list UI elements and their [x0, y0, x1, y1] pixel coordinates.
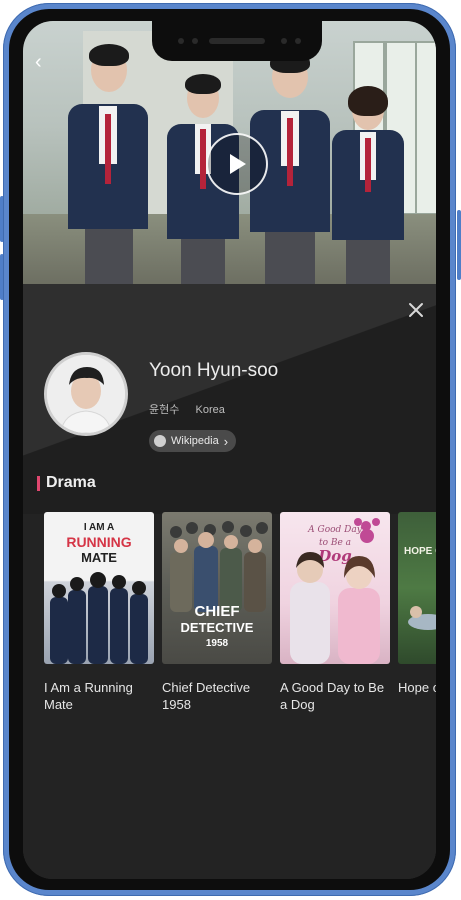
globe-icon: [154, 435, 166, 447]
speaker-grille: [209, 38, 265, 44]
drama-poster: I AM A RUNNING MATE: [44, 512, 154, 664]
actor-portrait: [47, 355, 125, 433]
camera-dot: [178, 38, 184, 44]
poster-art: [290, 518, 380, 664]
close-button[interactable]: [404, 298, 428, 322]
section-title: Drama: [46, 474, 96, 491]
phone-bezel: ‹ Yoon Hyun-soo 윤현수 Korea Wikipedia › Dr…: [9, 9, 450, 890]
hallway-window: [415, 41, 436, 215]
drama-poster: HOPE O: [398, 512, 436, 664]
wikipedia-label: Wikipedia: [171, 435, 219, 447]
sensor-dot: [295, 38, 301, 44]
drama-card[interactable]: A Good Day to Be a Dog A Good Day to Be …: [280, 512, 390, 713]
student-figure: [328, 84, 408, 284]
sensor-dot: [281, 38, 287, 44]
poster-art: [408, 606, 436, 630]
drama-title: Chief Detective 1958: [162, 680, 251, 712]
actor-name: Yoon Hyun-soo: [149, 360, 279, 381]
notch: [152, 21, 322, 61]
poster-text: DETECTIVE: [180, 620, 254, 635]
screen: ‹ Yoon Hyun-soo 윤현수 Korea Wikipedia › Dr…: [23, 21, 436, 879]
drama-card[interactable]: CHIEF DETECTIVE 1958 Chief Detective 195…: [162, 512, 272, 713]
phone-frame: ‹ Yoon Hyun-soo 윤현수 Korea Wikipedia › Dr…: [3, 3, 456, 896]
drama-carousel[interactable]: I AM A RUNNING MATE I Am a Running Mate …: [35, 512, 436, 732]
poster-text: CHIEF: [194, 603, 240, 620]
chevron-right-icon: ›: [223, 433, 229, 449]
student-figure: [63, 44, 153, 284]
country: Korea: [195, 404, 225, 416]
drama-title: Hope or: [398, 680, 436, 695]
section-header: Drama: [37, 474, 96, 492]
drama-card[interactable]: HOPE O Hope or: [398, 512, 436, 696]
back-arrow-icon[interactable]: ‹: [35, 51, 42, 74]
drama-title: I Am a Running Mate: [44, 680, 133, 712]
poster-text: 1958: [205, 638, 229, 649]
play-button[interactable]: [206, 133, 268, 195]
actor-meta: 윤현수 Korea: [149, 401, 225, 417]
poster-art: [50, 572, 148, 664]
avatar: [44, 352, 128, 436]
drama-poster: CHIEF DETECTIVE 1958: [162, 512, 272, 664]
native-name: 윤현수: [149, 404, 180, 416]
section-accent-bar: [37, 475, 40, 491]
wikipedia-button[interactable]: Wikipedia ›: [149, 430, 237, 452]
close-icon: [409, 303, 423, 317]
drama-card[interactable]: I AM A RUNNING MATE I Am a Running Mate: [44, 512, 154, 713]
actor-info-panel: Yoon Hyun-soo 윤현수 Korea Wikipedia › Dram…: [23, 284, 436, 879]
play-icon: [230, 154, 246, 174]
drama-title: A Good Day to Be a Dog: [280, 680, 385, 712]
drama-poster: A Good Day to Be a Dog: [280, 512, 390, 664]
sensor-dot: [192, 38, 198, 44]
power-button: [457, 210, 461, 280]
